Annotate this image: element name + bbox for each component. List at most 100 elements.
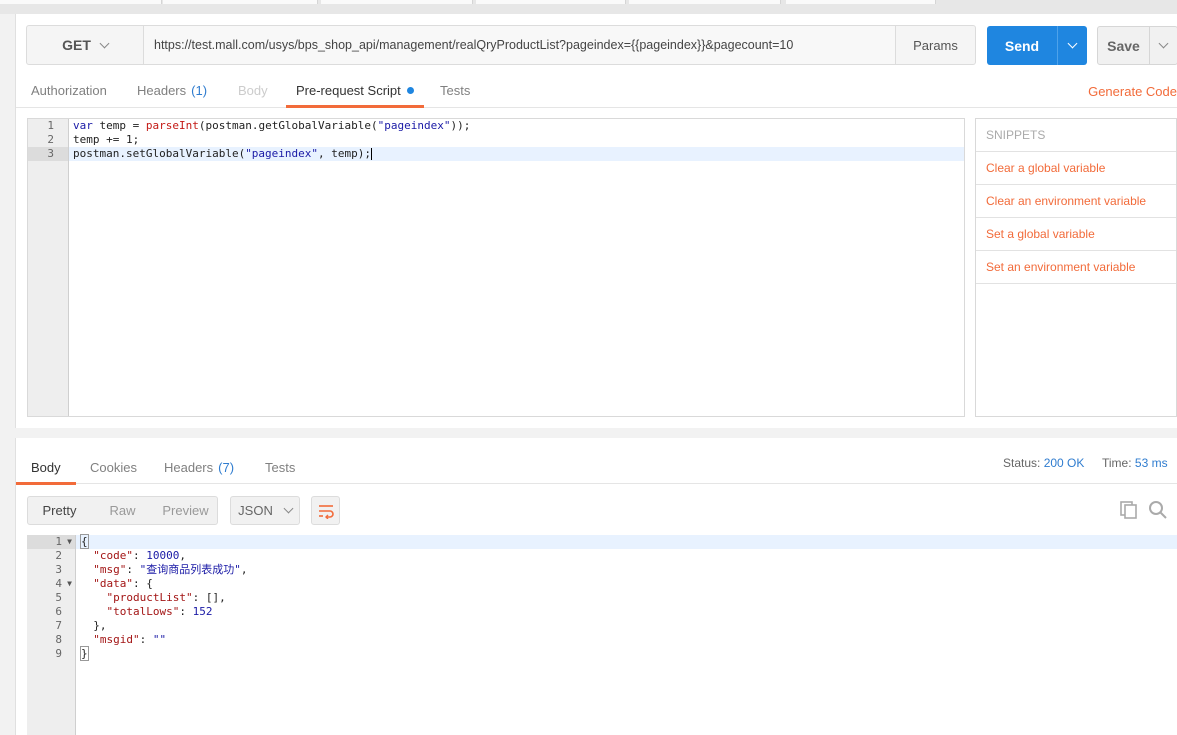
script-editor[interactable]: 1 2 3 var temp = parseInt(postman.getGlo… <box>27 118 965 417</box>
time-value: 53 ms <box>1134 456 1168 470</box>
snippet-clear-global[interactable]: Clear a global variable <box>976 152 1176 185</box>
response-panel: Body Cookies Headers (7) Tests Status: 20… <box>15 438 1177 735</box>
tab-response-tests[interactable]: Tests <box>265 451 295 484</box>
wrap-lines-button[interactable] <box>311 496 340 525</box>
fold-arrow-icon[interactable]: ▼ <box>67 535 72 549</box>
format-label: JSON <box>238 503 273 518</box>
tab-tests[interactable]: Tests <box>440 74 470 107</box>
raw-button[interactable]: Raw <box>91 497 154 524</box>
preview-button[interactable]: Preview <box>154 497 217 524</box>
format-select[interactable]: JSON <box>230 496 300 525</box>
tab-label: Cookies <box>90 460 137 475</box>
tab-count: (1) <box>191 83 208 98</box>
tab-authorization[interactable]: Authorization <box>31 74 107 107</box>
line-number: 1 <box>47 119 54 132</box>
snippet-set-environment[interactable]: Set an environment variable <box>976 251 1176 284</box>
tab-stub[interactable] <box>0 0 162 4</box>
line-number: 2 <box>47 133 54 146</box>
method-select[interactable]: GET <box>27 26 144 64</box>
view-mode-group: Pretty Raw Preview <box>27 496 218 525</box>
generate-code-link[interactable]: Generate Code <box>1088 84 1177 99</box>
line-number: 9 <box>55 647 62 660</box>
method-label: GET <box>62 37 91 53</box>
tab-label: Headers <box>137 83 187 98</box>
copy-icon[interactable] <box>1119 500 1139 520</box>
json-line: "msgid": "" <box>93 633 167 646</box>
snippet-set-global[interactable]: Set a global variable <box>976 218 1176 251</box>
fold-arrow-icon[interactable]: ▼ <box>67 577 72 591</box>
chevron-down-icon <box>283 503 294 514</box>
tab-response-body[interactable]: Body <box>16 451 76 485</box>
params-button[interactable]: Params <box>895 26 975 64</box>
chevron-down-icon <box>1158 38 1169 49</box>
line-gutter: 1 ▼ 2 3 4 ▼ 5 6 7 8 9 <box>27 535 76 735</box>
tab-pre-request-script[interactable]: Pre-request Script <box>286 74 424 108</box>
wrap-lines-icon <box>318 504 334 519</box>
snippet-clear-environment[interactable]: Clear an environment variable <box>976 185 1176 218</box>
line-number: 2 <box>55 549 62 562</box>
code-line: postman.setGlobalVariable("pageindex", t… <box>69 147 964 161</box>
tab-label: Pre-request Script <box>296 83 401 98</box>
status-label: Status: <box>1003 456 1041 470</box>
line-number: 6 <box>55 605 62 618</box>
script-code[interactable]: var temp = parseInt(postman.getGlobalVar… <box>69 119 964 161</box>
json-line: "productList": [], <box>106 591 226 604</box>
text-cursor <box>371 148 373 160</box>
url-input[interactable]: https://test.mall.com/usys/bps_shop_api/… <box>144 26 895 64</box>
tab-stub[interactable] <box>163 0 318 4</box>
tab-label: Body <box>238 83 268 98</box>
tab-stub[interactable] <box>476 0 626 4</box>
tab-body[interactable]: Body <box>238 74 268 107</box>
tab-stub[interactable] <box>786 0 936 4</box>
send-dropdown[interactable] <box>1057 26 1087 65</box>
chevron-down-icon <box>1067 38 1078 49</box>
line-number: 8 <box>55 633 62 646</box>
line-gutter: 1 2 3 <box>28 119 69 416</box>
time-label: Time: <box>1102 456 1132 470</box>
line-number: 4 ▼ <box>27 577 75 591</box>
time-readout: Time: 53 ms <box>1102 456 1168 470</box>
line-number: 3 <box>28 147 68 161</box>
request-panel: GET https://test.mall.com/usys/bps_shop_… <box>15 14 1177 428</box>
tab-count: (7) <box>218 460 235 475</box>
code-line: temp += 1; <box>73 133 140 146</box>
json-line: } <box>80 646 89 661</box>
save-button-group: Save <box>1097 26 1177 65</box>
tab-response-headers[interactable]: Headers (7) <box>164 451 234 484</box>
json-line: "totalLows": 152 <box>106 605 213 618</box>
send-button-group: Send <box>987 26 1087 65</box>
json-line: "data": { <box>93 577 153 590</box>
code-line: var temp = parseInt(postman.getGlobalVar… <box>73 119 471 132</box>
line-number: 5 <box>55 591 62 604</box>
tab-label: Tests <box>440 83 471 98</box>
json-line: "code": 10000, <box>93 549 186 562</box>
snippets-panel: SNIPPETS Clear a global variable Clear a… <box>975 118 1177 417</box>
url-bar: GET https://test.mall.com/usys/bps_shop_… <box>26 25 976 65</box>
request-tabs: Authorization Headers (1) Body Pre-reques… <box>16 74 1177 108</box>
tab-headers[interactable]: Headers (1) <box>137 74 207 107</box>
tab-cookies[interactable]: Cookies <box>90 451 137 484</box>
status-readout: Status: 200 OK <box>1003 456 1084 470</box>
chevron-down-icon <box>99 38 110 48</box>
pretty-button[interactable]: Pretty <box>28 497 91 524</box>
send-button[interactable]: Send <box>987 26 1057 65</box>
tab-label: Authorization <box>31 83 107 98</box>
line-number-text: 1 <box>55 535 62 548</box>
save-dropdown[interactable] <box>1149 27 1177 64</box>
line-number: 1 ▼ <box>27 535 75 549</box>
line-number-text: 4 <box>55 577 62 590</box>
tab-stub[interactable] <box>321 0 473 4</box>
tab-stub[interactable] <box>629 0 781 4</box>
json-line: }, <box>80 619 107 632</box>
response-body-viewer[interactable]: 1 ▼ 2 3 4 ▼ 5 6 7 8 9 { "code": 10000, "ms… <box>27 534 1177 735</box>
response-json[interactable]: { "code": 10000, "msg": "查询商品列表成功", "dat… <box>76 534 1177 661</box>
search-icon[interactable] <box>1148 500 1168 520</box>
save-button[interactable]: Save <box>1098 27 1149 64</box>
json-line: "msg": "查询商品列表成功", <box>93 563 248 576</box>
modified-dot-icon <box>406 87 414 94</box>
postman-window: GET https://test.mall.com/usys/bps_shop_… <box>0 0 1177 735</box>
tab-label: Tests <box>265 460 296 475</box>
line-number: 7 <box>55 619 62 632</box>
tab-label: Headers <box>164 460 214 475</box>
status-value: 200 OK <box>1043 456 1085 470</box>
